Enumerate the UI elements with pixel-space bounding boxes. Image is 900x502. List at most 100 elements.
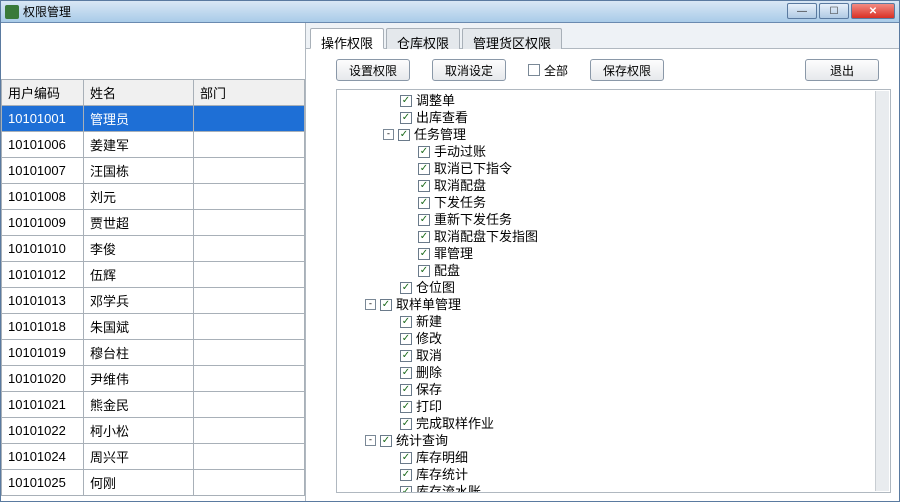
- col-user-dept[interactable]: 部门: [194, 80, 305, 106]
- cell-id: 10101008: [2, 184, 84, 210]
- table-row[interactable]: 10101006姜建军: [2, 132, 305, 158]
- cell-id: 10101013: [2, 288, 84, 314]
- table-row[interactable]: 10101007汪国栋: [2, 158, 305, 184]
- tab-zone-permission[interactable]: 管理货区权限: [462, 28, 562, 49]
- tree-checkbox[interactable]: [400, 282, 412, 294]
- tree-node[interactable]: 取消配盘: [401, 177, 888, 194]
- table-row[interactable]: 10101009贾世超: [2, 210, 305, 236]
- tree-checkbox[interactable]: [418, 214, 430, 226]
- tree-node[interactable]: 库存统计: [383, 466, 888, 483]
- tab-operate-permission[interactable]: 操作权限: [310, 28, 384, 49]
- cell-name: 柯小松: [84, 418, 194, 444]
- tree-node[interactable]: 配盘: [401, 262, 888, 279]
- cell-name: 管理员: [84, 106, 194, 132]
- tabs: 操作权限 仓库权限 管理货区权限: [306, 23, 899, 49]
- table-row[interactable]: 10101001管理员: [2, 106, 305, 132]
- collapse-icon[interactable]: -: [383, 129, 394, 140]
- tree-checkbox[interactable]: [400, 95, 412, 107]
- titlebar[interactable]: 权限管理 — ☐ ✕: [1, 1, 899, 23]
- tree-node[interactable]: - 统计查询: [365, 432, 888, 449]
- select-all-checkbox[interactable]: 全部: [528, 62, 568, 79]
- tree-checkbox[interactable]: [418, 146, 430, 158]
- tree-node-label: 统计查询: [396, 432, 448, 449]
- tree-checkbox[interactable]: [418, 180, 430, 192]
- tree-checkbox[interactable]: [400, 418, 412, 430]
- table-row[interactable]: 10101019穆台柱: [2, 340, 305, 366]
- tree-node[interactable]: 出库查看: [383, 109, 888, 126]
- tree-checkbox[interactable]: [398, 129, 410, 141]
- tree-checkbox[interactable]: [400, 486, 412, 494]
- tree-checkbox[interactable]: [400, 112, 412, 124]
- tree-node[interactable]: 打印: [383, 398, 888, 415]
- tree-node[interactable]: 重新下发任务: [401, 211, 888, 228]
- cell-name: 贾世超: [84, 210, 194, 236]
- tree-checkbox[interactable]: [400, 367, 412, 379]
- tree-node[interactable]: 库存明细: [383, 449, 888, 466]
- tree-checkbox[interactable]: [400, 333, 412, 345]
- table-row[interactable]: 10101020尹维伟: [2, 366, 305, 392]
- cell-dept: [194, 184, 305, 210]
- tree-node[interactable]: 新建: [383, 313, 888, 330]
- close-button[interactable]: ✕: [851, 3, 895, 19]
- minimize-button[interactable]: —: [787, 3, 817, 19]
- tab-warehouse-permission[interactable]: 仓库权限: [386, 28, 460, 49]
- table-row[interactable]: 10101022柯小松: [2, 418, 305, 444]
- table-row[interactable]: 10101008刘元: [2, 184, 305, 210]
- tree-checkbox[interactable]: [400, 469, 412, 481]
- tree-node-label: 库存统计: [416, 466, 468, 483]
- tree-node[interactable]: - 取样单管理: [365, 296, 888, 313]
- tree-checkbox[interactable]: [418, 265, 430, 277]
- cancel-setting-button[interactable]: 取消设定: [432, 59, 506, 81]
- window-buttons: — ☐ ✕: [787, 3, 895, 19]
- tree-node[interactable]: 仓位图: [383, 279, 888, 296]
- tree-checkbox[interactable]: [418, 197, 430, 209]
- table-row[interactable]: 10101018朱国斌: [2, 314, 305, 340]
- table-row[interactable]: 10101021熊金民: [2, 392, 305, 418]
- table-row[interactable]: 10101012伍辉: [2, 262, 305, 288]
- tree-node-label: 仓位图: [416, 279, 455, 296]
- tree-checkbox[interactable]: [418, 163, 430, 175]
- tree-checkbox[interactable]: [400, 384, 412, 396]
- tree-node[interactable]: 取消已下指令: [401, 160, 888, 177]
- tree-node[interactable]: 取消: [383, 347, 888, 364]
- tree-node-label: 取消已下指令: [434, 160, 512, 177]
- tree-node[interactable]: 保存: [383, 381, 888, 398]
- maximize-button[interactable]: ☐: [819, 3, 849, 19]
- tree-node[interactable]: 库存流水账: [383, 483, 888, 493]
- collapse-icon[interactable]: -: [365, 299, 376, 310]
- tree-node[interactable]: 手动过账: [401, 143, 888, 160]
- tree-spacer: [401, 180, 414, 191]
- tree-node-label: 保存: [416, 381, 442, 398]
- tree-node[interactable]: 取消配盘下发指图: [401, 228, 888, 245]
- tree-node-label: 取样单管理: [396, 296, 461, 313]
- tree-checkbox[interactable]: [380, 299, 392, 311]
- tree-checkbox[interactable]: [418, 231, 430, 243]
- table-row[interactable]: 10101013邓学兵: [2, 288, 305, 314]
- tree-node[interactable]: 修改: [383, 330, 888, 347]
- table-row[interactable]: 10101024周兴平: [2, 444, 305, 470]
- tree-node-label: 出库查看: [416, 109, 468, 126]
- tree-node[interactable]: 罪管理: [401, 245, 888, 262]
- exit-button[interactable]: 退出: [805, 59, 879, 81]
- tree-checkbox[interactable]: [400, 316, 412, 328]
- tree-checkbox[interactable]: [380, 435, 392, 447]
- table-row[interactable]: 10101010李俊: [2, 236, 305, 262]
- tree-node[interactable]: 完成取样作业: [383, 415, 888, 432]
- cell-id: 10101025: [2, 470, 84, 496]
- tree-checkbox[interactable]: [400, 452, 412, 464]
- tree-checkbox[interactable]: [400, 401, 412, 413]
- col-user-id[interactable]: 用户编码: [2, 80, 84, 106]
- tree-checkbox[interactable]: [400, 350, 412, 362]
- tree-checkbox[interactable]: [418, 248, 430, 260]
- tree-node-label: 手动过账: [434, 143, 486, 160]
- collapse-icon[interactable]: -: [365, 435, 376, 446]
- table-row[interactable]: 10101025何刚: [2, 470, 305, 496]
- tree-node[interactable]: 删除: [383, 364, 888, 381]
- tree-node[interactable]: -任务管理: [383, 126, 888, 143]
- tree-node[interactable]: 调整单: [383, 92, 888, 109]
- set-permission-button[interactable]: 设置权限: [336, 59, 410, 81]
- col-user-name[interactable]: 姓名: [84, 80, 194, 106]
- vertical-scrollbar[interactable]: [875, 91, 889, 491]
- tree-node[interactable]: 下发任务: [401, 194, 888, 211]
- save-permission-button[interactable]: 保存权限: [590, 59, 664, 81]
